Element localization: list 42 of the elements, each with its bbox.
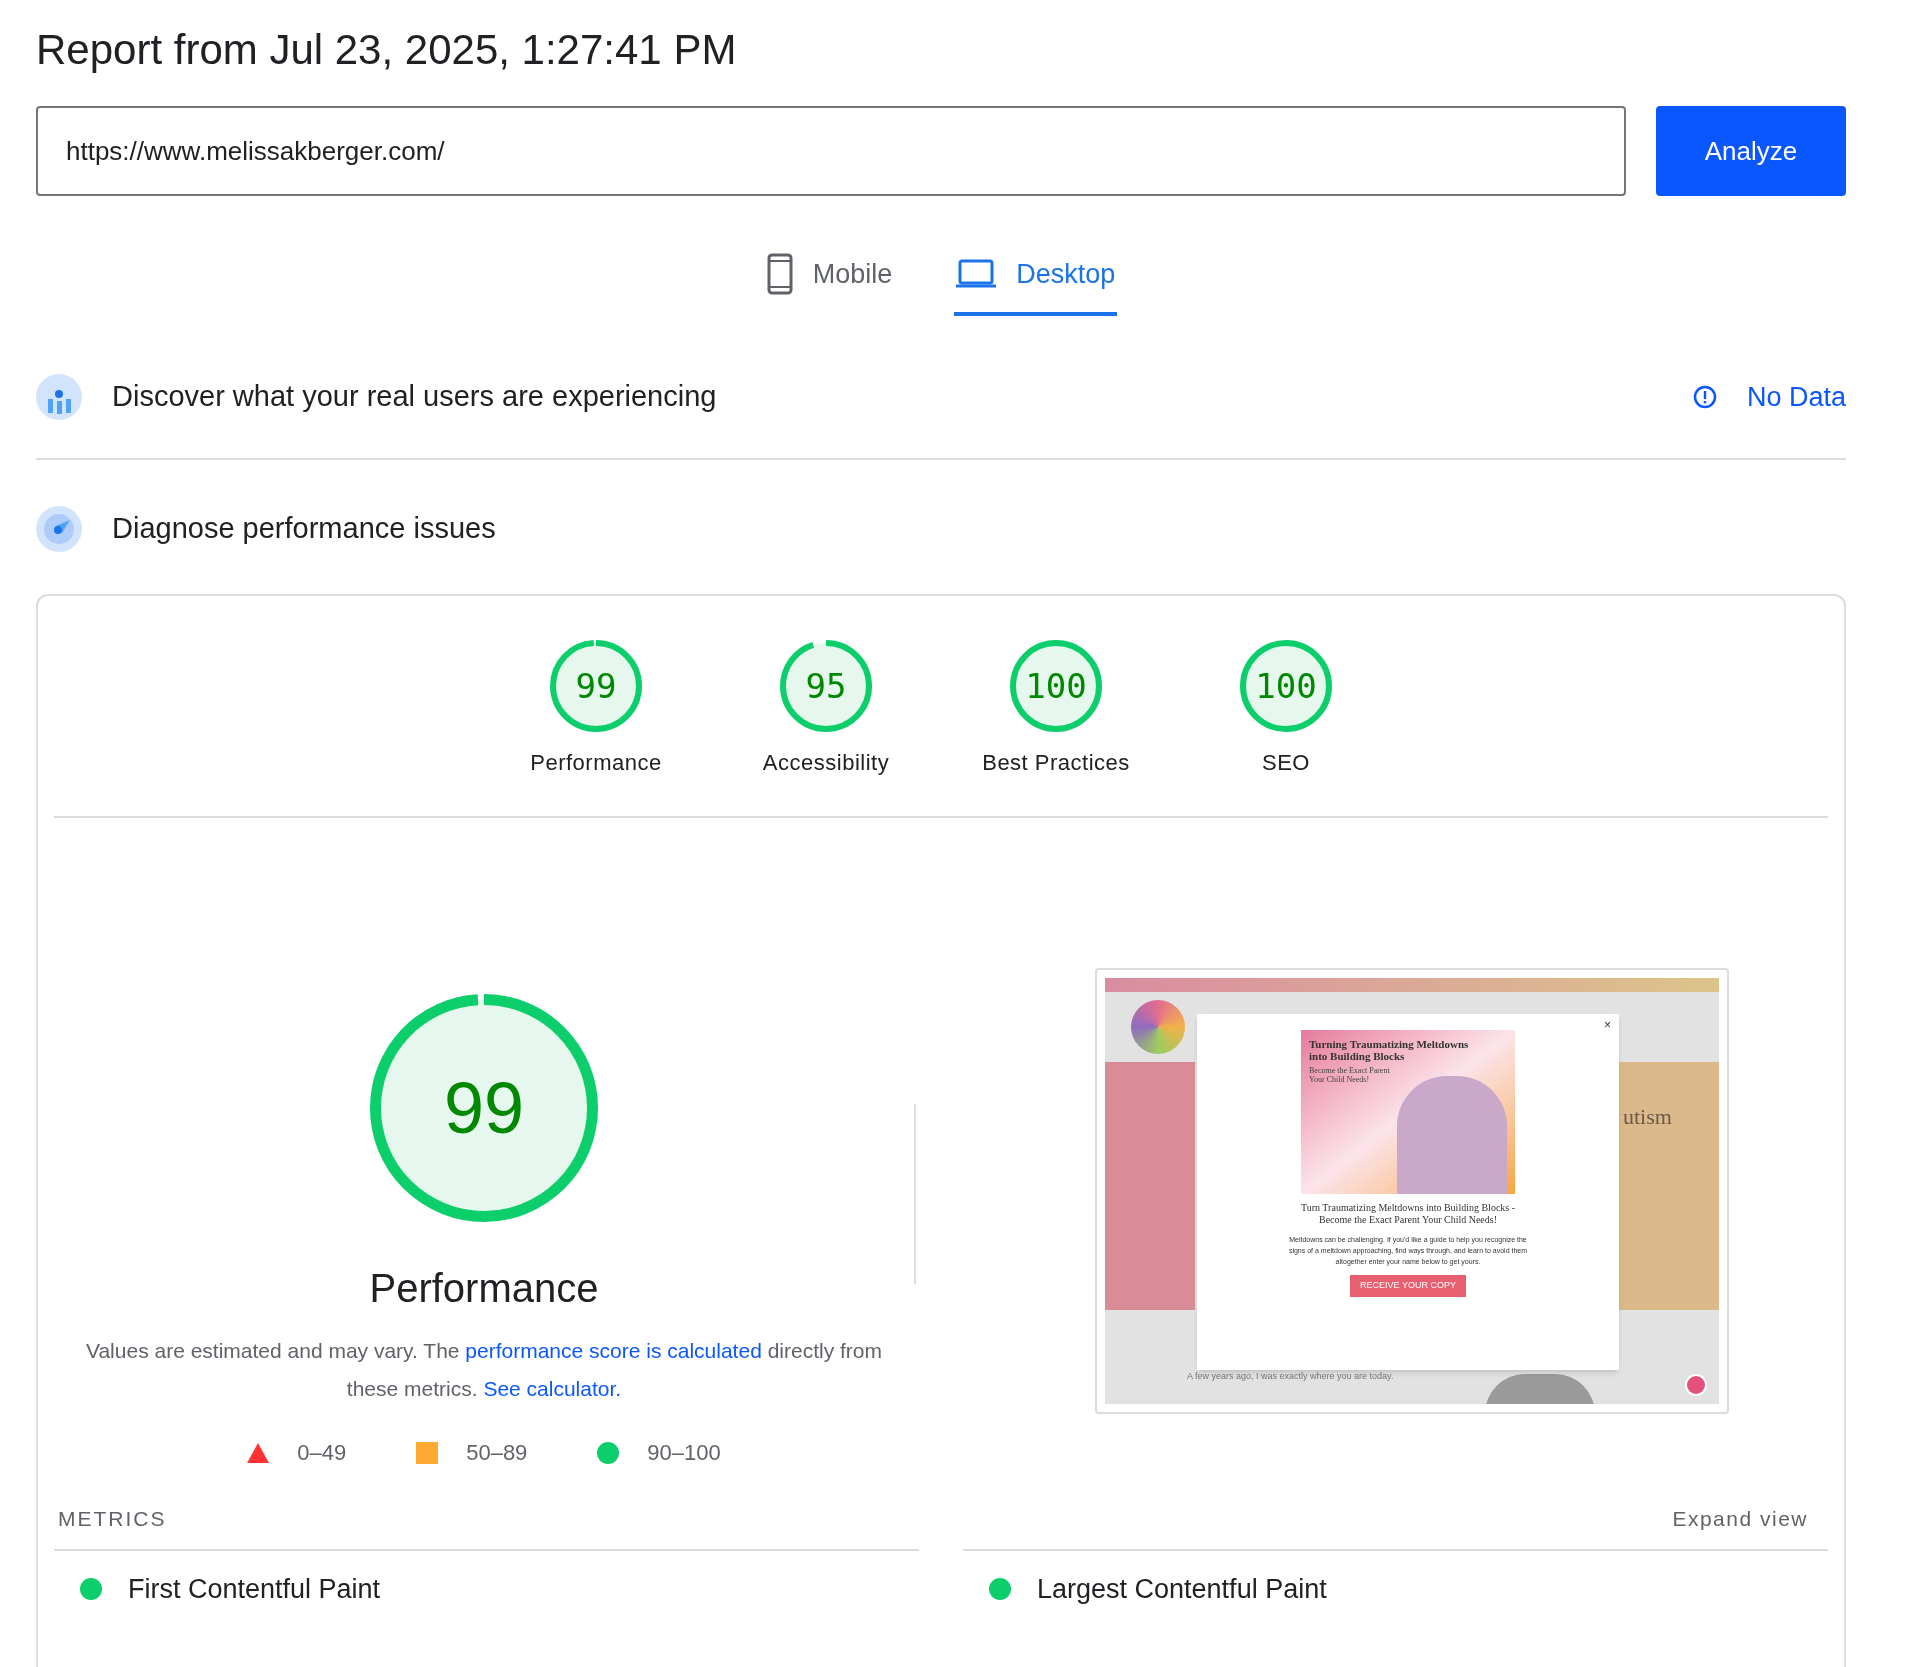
no-data-link[interactable]: No Data	[1746, 376, 1846, 418]
device-tab[interactable]: Desktop	[954, 236, 1118, 316]
chart-bubble-icon	[36, 374, 82, 420]
metric-name: Largest Contentful Paint	[1037, 1572, 1327, 1606]
description-link[interactable]: performance score is calculated	[465, 1339, 762, 1362]
analyze-button[interactable]: Analyze	[1656, 106, 1846, 196]
performance-title: Performance	[369, 1265, 599, 1312]
cover-subtitle: Become the Exact Parent Your Child Needs!	[1309, 1066, 1391, 1084]
alert-icon	[1692, 385, 1717, 409]
metrics-heading: METRICS	[58, 1506, 167, 1532]
score-value: 100	[1025, 664, 1087, 708]
intro-text: A few years ago, I was exactly where you are today.	[1187, 1370, 1395, 1383]
score-label: Performance	[530, 749, 662, 777]
legend-range: 0–49	[297, 1439, 347, 1467]
section-title: Diagnose performance issues	[112, 511, 496, 547]
cover-title: Turning Traumatizing Meltdowns into Building Blocks	[1309, 1038, 1470, 1062]
score-value: 99	[575, 664, 617, 708]
legend-range: 90–100	[647, 1439, 721, 1467]
accessibility-icon	[1685, 1374, 1707, 1396]
laptop-icon	[956, 259, 997, 289]
report-title: Report from Jul 23, 2025, 1:27:41 PM	[36, 25, 738, 75]
gauge-icon	[36, 506, 82, 552]
receive-copy-button[interactable]: RECEIVE YOUR COPY	[1350, 1275, 1466, 1297]
close-button[interactable]: ×	[1604, 1016, 1611, 1034]
metric-name: First Contentful Paint	[128, 1572, 381, 1606]
score-value: 99	[443, 1067, 525, 1150]
score-value: 95	[805, 664, 847, 708]
score-description: Values are estimated and may vary. The performance score is calculated directly from these metrics. See calculator.	[85, 1338, 883, 1402]
device-tab[interactable]: Mobile	[764, 236, 895, 316]
legend-range: 50–89	[466, 1439, 528, 1467]
expand-view-link[interactable]: Expand view	[1672, 1503, 1808, 1535]
description-link[interactable]: See calculator.	[483, 1377, 622, 1400]
hero-heading: utism	[1623, 1103, 1673, 1131]
flower-logo-icon	[1131, 1000, 1185, 1054]
score-label: Best Practices	[982, 749, 1130, 777]
score-label: SEO	[1262, 749, 1310, 777]
score-value: 100	[1255, 664, 1317, 708]
url-field[interactable]: https://www.melissakberger.com/	[36, 106, 1626, 196]
section-title: Discover what your real users are experiencing	[112, 379, 718, 415]
phone-icon	[766, 253, 793, 295]
score-label: Accessibility	[762, 749, 890, 777]
modal-heading: Turn Traumatizing Meltdowns into Building Blocks - Become the Exact Parent Your Child Needs!	[1299, 1202, 1517, 1226]
